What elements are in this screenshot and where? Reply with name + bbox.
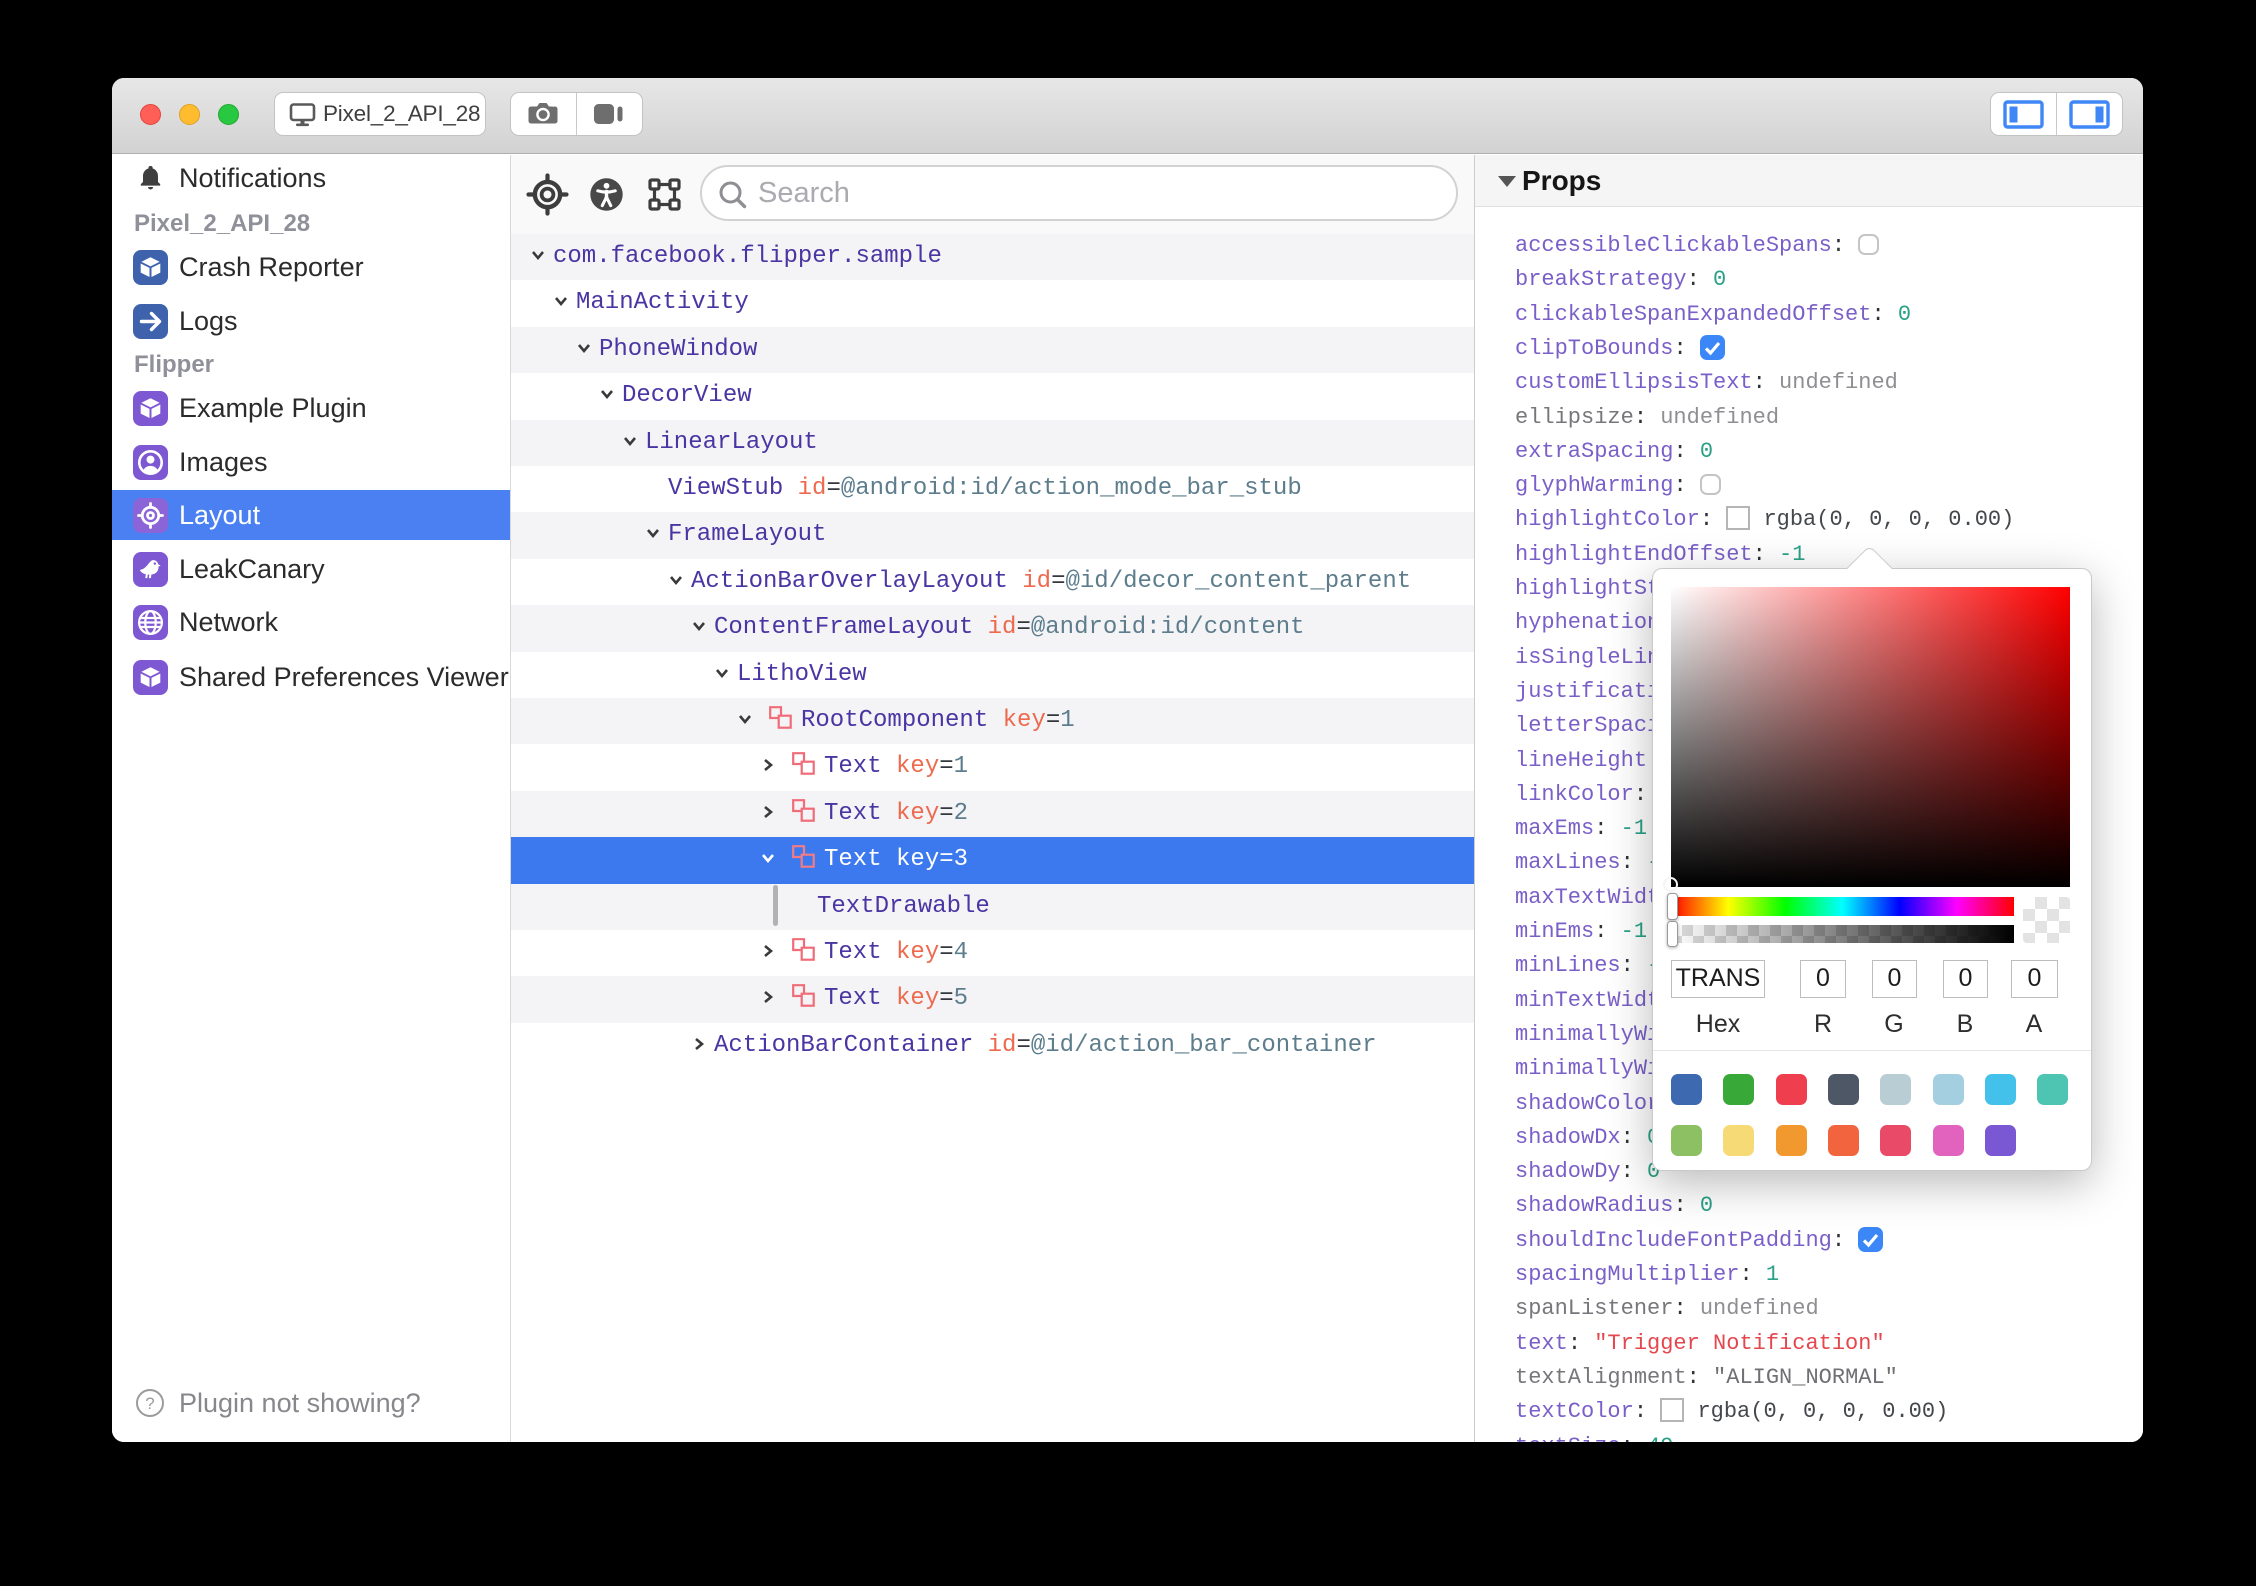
svg-text:?: ? xyxy=(145,1394,154,1413)
